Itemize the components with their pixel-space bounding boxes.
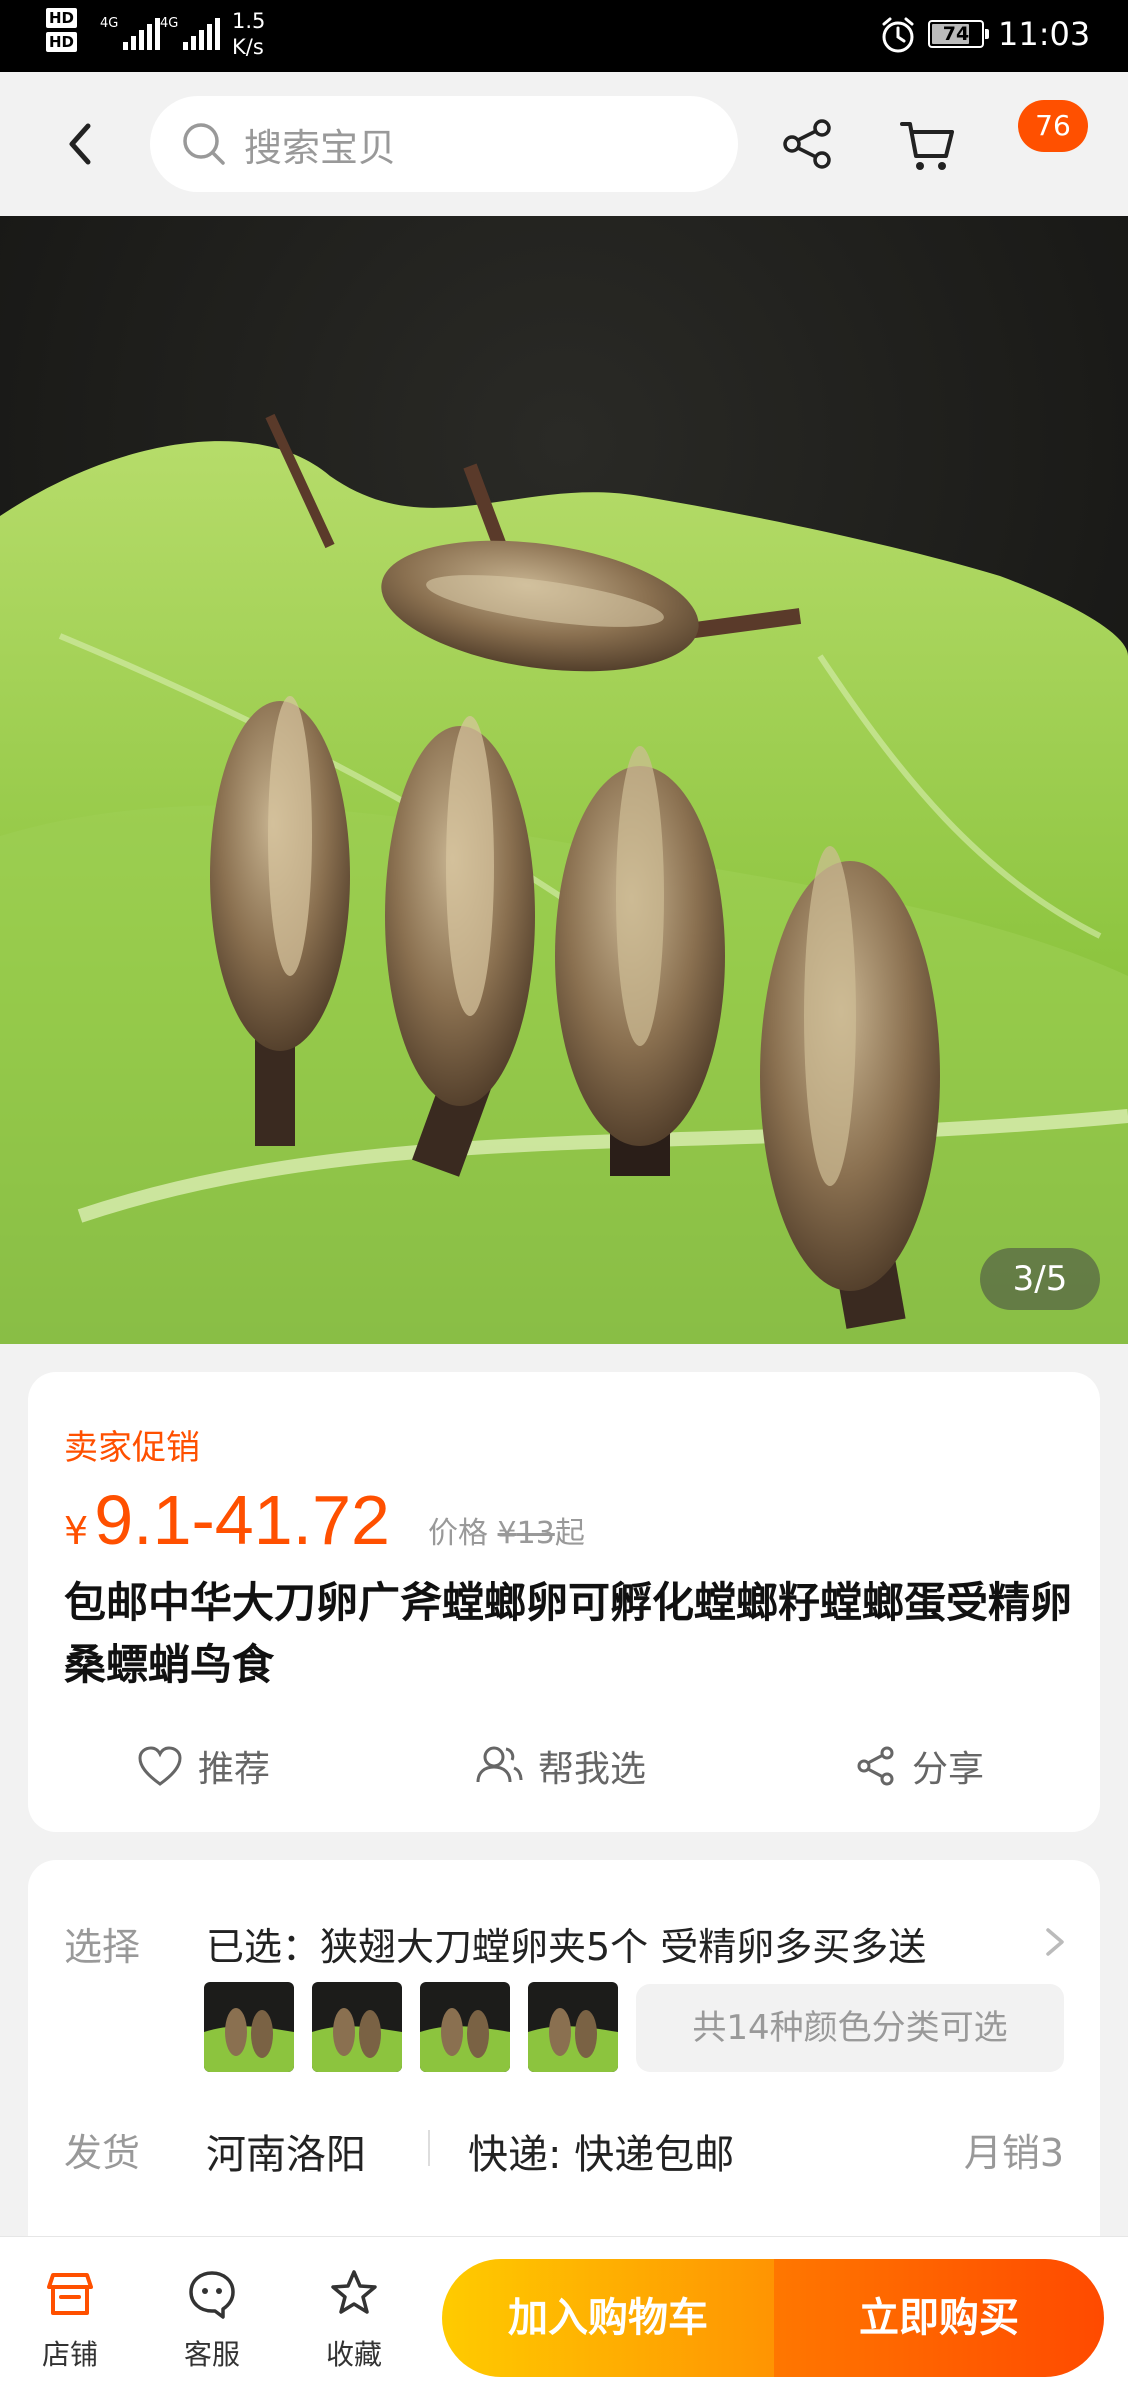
original-price-number: 13 xyxy=(516,1516,555,1551)
customer-service-button[interactable]: 客服 xyxy=(162,2267,262,2373)
product-title: 包邮中华大刀卵广斧螳螂卵可孵化螳螂籽螳螂蛋受精卵桑螵蛸鸟食 xyxy=(64,1578,1073,1689)
variant-thumbnail[interactable] xyxy=(204,1982,294,2072)
promo-label: 卖家促销 xyxy=(64,1428,200,1468)
product-info-card: 卖家促销 ¥ 9.1-41.72 价格 ¥13起 包邮中华大刀卵广斧螳螂卵可孵化… xyxy=(28,1372,1100,1832)
store-label: 店铺 xyxy=(41,2338,98,2371)
search-placeholder: 搜索宝贝 xyxy=(244,125,397,170)
search-bar[interactable]: 搜索宝贝 xyxy=(150,96,738,192)
variant-thumbnail[interactable] xyxy=(312,1982,402,2072)
shipping-method: 快递: 快递包邮 xyxy=(468,2132,735,2178)
store-button[interactable]: 店铺 xyxy=(20,2267,120,2373)
store-icon xyxy=(47,2273,93,2315)
original-currency: ¥ xyxy=(497,1516,517,1551)
favorite-label: 收藏 xyxy=(325,2338,382,2371)
share-icon[interactable] xyxy=(780,116,836,172)
share-label: 分享 xyxy=(912,1749,985,1790)
original-price-value: ¥13 xyxy=(498,1516,555,1551)
signal-1-icon: 4G xyxy=(100,16,161,50)
network-type-1: 4G xyxy=(100,16,119,31)
ship-location: 河南洛阳 xyxy=(206,2132,366,2178)
add-to-cart-button[interactable]: 加入购物车 xyxy=(442,2259,774,2377)
price: ¥ 9.1-41.72 xyxy=(64,1480,390,1560)
buy-now-button[interactable]: 立即购买 xyxy=(774,2259,1104,2377)
hd1-label: HD xyxy=(46,8,78,28)
original-price: 价格 ¥13起 xyxy=(428,1508,585,1552)
favorite-button[interactable]: 收藏 xyxy=(304,2267,404,2373)
help-choose-label: 帮我选 xyxy=(538,1749,647,1790)
network-type-2: 4G xyxy=(160,16,179,31)
bottom-action-bar: 店铺 客服 收藏 加入购物车 立即购买 xyxy=(0,2236,1128,2400)
top-nav: 搜索宝贝 76 xyxy=(0,72,1128,216)
product-actions: 推荐 帮我选 分享 xyxy=(28,1740,1100,1800)
product-photo xyxy=(0,216,1128,1344)
monthly-sales: 月销3 xyxy=(963,2131,1064,2175)
cart-badge[interactable]: 76 xyxy=(1018,100,1088,152)
speed-value: 1.5 xyxy=(232,9,266,33)
service-label: 客服 xyxy=(183,2338,240,2371)
recommend-button[interactable]: 推荐 xyxy=(136,1740,270,1792)
selected-variant-text[interactable]: 已选：狭翅大刀螳卵夹5个 受精卵多买多送 xyxy=(206,1916,926,1971)
recommend-label: 推荐 xyxy=(198,1749,271,1790)
search-icon xyxy=(183,123,225,165)
help-choose-button[interactable]: 帮我选 xyxy=(474,1740,646,1792)
clock: 11:03 xyxy=(998,15,1091,53)
alarm-icon xyxy=(882,17,914,53)
spec-card: 选择 已选：狭翅大刀螳卵夹5个 受精卵多买多送 共14种颜色分类可选 发货 河南… xyxy=(28,1860,1100,2260)
back-icon[interactable] xyxy=(52,114,112,174)
original-price-suffix: 起 xyxy=(554,1516,585,1551)
signal-2-icon: 4G xyxy=(160,16,221,50)
hd2-label: HD xyxy=(46,32,78,52)
shipping-label: 发货 xyxy=(64,2131,141,2175)
variant-count-pill[interactable]: 共14种颜色分类可选 xyxy=(636,1984,1064,2072)
variant-thumbnails xyxy=(204,1982,618,2072)
share-icon xyxy=(857,1746,894,1786)
heart-icon xyxy=(138,1746,182,1786)
variant-thumbnail[interactable] xyxy=(528,1982,618,2072)
battery-level: 74 xyxy=(942,23,970,45)
battery-icon: 74 xyxy=(928,20,989,48)
people-icon xyxy=(476,1746,523,1783)
chevron-right-icon[interactable] xyxy=(1040,1922,1070,1962)
price-range: 9.1-41.72 xyxy=(94,1481,390,1559)
variant-thumbnail[interactable] xyxy=(420,1982,510,2072)
select-label: 选择 xyxy=(64,1925,141,1969)
star-icon xyxy=(331,2270,377,2314)
speed-unit: K/s xyxy=(232,35,264,59)
original-price-prefix: 价格 xyxy=(428,1516,488,1551)
currency-symbol: ¥ xyxy=(64,1509,89,1553)
gallery-counter: 3/5 xyxy=(980,1248,1100,1310)
product-image-gallery[interactable] xyxy=(0,216,1128,1344)
hd-indicator: HD HD xyxy=(46,8,78,56)
chat-face-icon xyxy=(189,2271,235,2319)
share-button[interactable]: 分享 xyxy=(854,1740,984,1792)
divider xyxy=(428,2130,430,2166)
status-bar: HD HD 4G 4G 1.5 K/s 74 11:03 xyxy=(0,0,1128,72)
network-speed: 1.5 K/s xyxy=(232,8,265,60)
cart-icon[interactable] xyxy=(896,112,960,176)
